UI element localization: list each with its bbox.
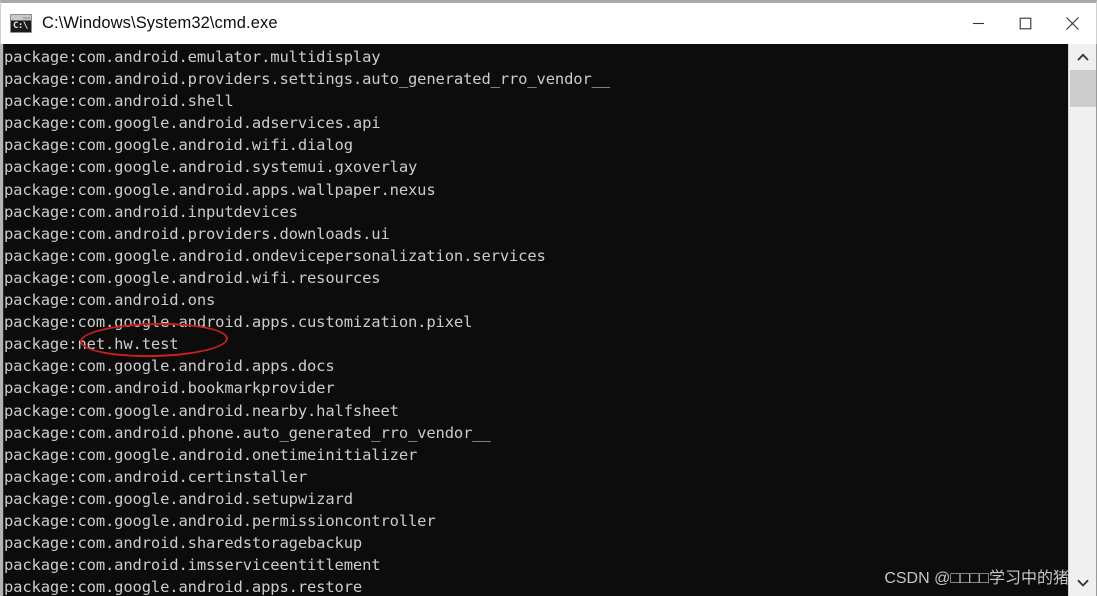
console-line: package:com.android.certinstaller (4, 467, 307, 486)
console-line: package:com.android.shell (4, 92, 234, 111)
minimize-button[interactable] (955, 3, 1002, 44)
console-line: package:com.google.android.permissioncon… (4, 511, 436, 530)
chevron-up-icon (1077, 53, 1089, 61)
close-icon (1066, 17, 1079, 30)
window-controls (955, 3, 1096, 44)
window-titlebar[interactable]: ▫▫▫ C:\ C:\Windows\System32\cmd.exe (0, 0, 1097, 44)
scrollbar-thumb[interactable] (1070, 70, 1097, 107)
window-left-inner-frame (3, 44, 4, 596)
console-line: package:com.google.android.wifi.resource… (4, 268, 381, 287)
console-line: package:com.android.phone.auto_generated… (4, 423, 491, 442)
console-line: package:com.google.android.setupwizard (4, 489, 353, 508)
chevron-down-icon (1077, 579, 1089, 587)
console-line: package:com.google.android.apps.wallpape… (4, 180, 436, 199)
console-line: package:com.android.sharedstoragebackup (4, 534, 363, 553)
maximize-icon (1019, 17, 1032, 30)
console-line: package:com.google.android.onetimeinitia… (4, 445, 418, 464)
console-line: package:com.android.ons (4, 291, 216, 310)
close-button[interactable] (1049, 3, 1096, 44)
scroll-up-arrow[interactable] (1069, 44, 1097, 70)
cmd-console-icon: ▫▫▫ C:\ (10, 14, 32, 33)
console-line: package:com.android.inputdevices (4, 202, 298, 221)
cmd-window: ▫▫▫ C:\ C:\Windows\System32\cmd.exe pack… (0, 0, 1097, 596)
console-line-list: package:com.android.emulator.multidispla… (4, 46, 1054, 596)
minimize-icon (973, 22, 984, 25)
console-line: package:com.google.android.apps.docs (4, 357, 335, 376)
console-line: package:com.google.android.wifi.dialog (4, 136, 353, 155)
console-line: package:com.google.android.apps.customiz… (4, 313, 473, 332)
icon-prompt-text: C:\ (13, 21, 28, 31)
console-line: package:com.google.android.ondeviceperso… (4, 246, 546, 265)
console-line: package:com.android.bookmarkprovider (4, 379, 335, 398)
console-line: package:com.android.providers.downloads.… (4, 224, 390, 243)
vertical-scrollbar[interactable] (1068, 44, 1097, 596)
console-line: package:com.google.android.systemui.gxov… (4, 158, 418, 177)
maximize-button[interactable] (1002, 3, 1049, 44)
console-line: package:com.google.android.nearby.halfsh… (4, 401, 399, 420)
console-line: package:com.android.providers.settings.a… (4, 70, 610, 89)
window-title: C:\Windows\System32\cmd.exe (42, 14, 278, 32)
console-output-area[interactable]: package:com.android.emulator.multidispla… (0, 44, 1097, 596)
console-line: package:net.hw.test (4, 335, 179, 354)
console-line: package:com.google.android.adservices.ap… (4, 114, 381, 133)
csdn-watermark: CSDN @□□□□学习中的猪 (884, 570, 1069, 587)
console-line: package:com.android.emulator.multidispla… (4, 48, 381, 66)
scroll-down-arrow[interactable] (1069, 570, 1097, 596)
